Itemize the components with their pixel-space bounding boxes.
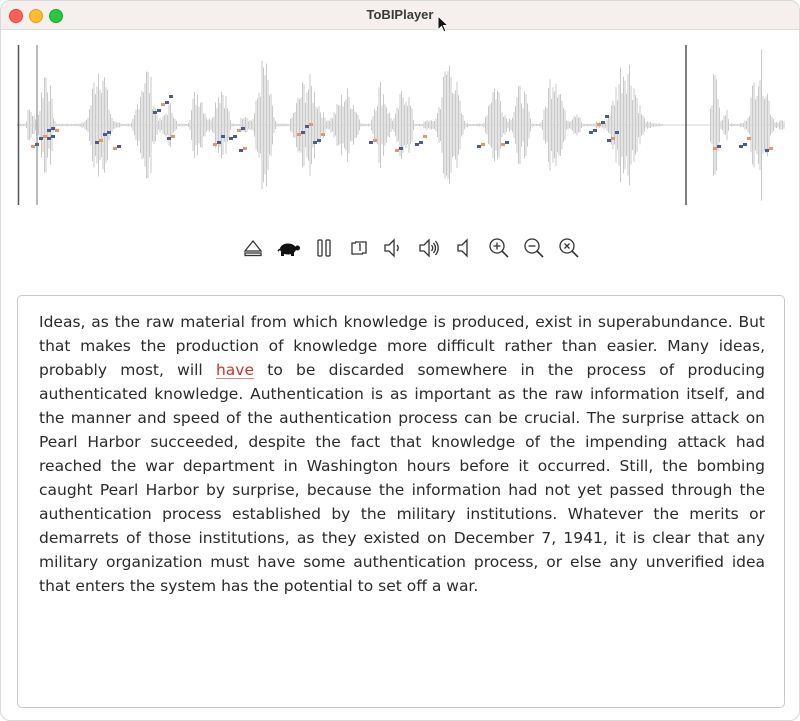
pitch-mark: [309, 123, 313, 126]
pitch-mark: [237, 129, 241, 132]
pitch-mark: [369, 141, 373, 144]
pitch-mark: [243, 147, 247, 150]
pitch-mark: [95, 141, 99, 144]
pitch-mark: [765, 149, 769, 152]
pitch-mark: [161, 103, 165, 106]
pitch-mark: [167, 137, 171, 140]
zoom-out-icon: [524, 238, 544, 258]
pitch-mark: [107, 131, 111, 134]
pitch-mark: [233, 135, 237, 138]
pitch-mark: [477, 145, 481, 148]
pitch-mark: [239, 149, 243, 152]
pitch-mark: [747, 137, 751, 140]
pitch-mark: [373, 139, 377, 142]
pitch-mark: [217, 141, 221, 144]
pitch-mark: [313, 141, 317, 144]
window-title: ToBIPlayer: [366, 7, 434, 22]
pitch-mark: [153, 111, 157, 114]
transcript-text-after: to be discarded somewhere in the process…: [39, 361, 765, 595]
pitch-mark: [395, 149, 399, 152]
eject-icon: [243, 239, 263, 257]
playback-toolbar: [241, 235, 586, 261]
zoom-in-icon: [489, 238, 509, 258]
pitch-mark: [117, 145, 121, 148]
pitch-mark: [317, 139, 321, 142]
transcript-text: Ideas, as the raw material from which kn…: [39, 310, 765, 598]
pitch-mark: [717, 145, 721, 148]
pitch-mark: [501, 143, 505, 146]
zoom-reset-button[interactable]: [557, 235, 581, 261]
pitch-mark: [113, 147, 117, 150]
pitch-mark: [43, 135, 47, 138]
mouse-cursor-icon: [437, 15, 449, 33]
zoom-out-button[interactable]: [522, 235, 546, 261]
pause-button[interactable]: [312, 235, 336, 261]
pitch-mark: [713, 147, 717, 150]
pitch-mark: [399, 147, 403, 150]
zoom-reset-icon: [559, 238, 579, 258]
slow-playback-button[interactable]: [277, 235, 301, 261]
pitch-mark: [51, 127, 55, 130]
pitch-mark: [165, 101, 169, 104]
pitch-mark: [99, 139, 103, 142]
pitch-mark: [481, 143, 485, 146]
current-word-highlight[interactable]: have: [216, 361, 254, 379]
eject-button[interactable]: [241, 235, 265, 261]
pitch-mark: [221, 135, 225, 138]
waveform-view[interactable]: [17, 45, 785, 207]
pitch-mark: [47, 129, 51, 132]
loop-button[interactable]: [347, 235, 371, 261]
pitch-mark: [743, 143, 747, 146]
pitch-mark: [597, 123, 601, 126]
pitch-mark: [55, 129, 59, 132]
pitch-mark: [607, 139, 611, 142]
pitch-mark: [321, 133, 325, 136]
pitch-mark: [415, 143, 419, 146]
pitch-mark: [297, 133, 301, 136]
pitch-mark: [157, 109, 161, 112]
pitch-mark: [229, 137, 233, 140]
pitch-mark: [103, 133, 107, 136]
pitch-mark: [213, 143, 217, 146]
pitch-mark: [51, 135, 55, 138]
volume-up-button[interactable]: [417, 235, 441, 261]
pitch-mark: [601, 121, 605, 124]
pitch-mark: [611, 137, 615, 140]
pitch-mark: [241, 127, 245, 130]
pitch-mark: [593, 129, 597, 132]
pitch-mark: [305, 125, 309, 128]
mute-button[interactable]: [452, 235, 476, 261]
zoom-in-button[interactable]: [487, 235, 511, 261]
app-window: ToBIPlayer Ideas, as the raw material fr…: [0, 0, 800, 721]
transcript-text-area[interactable]: Ideas, as the raw material from which kn…: [17, 295, 785, 708]
pause-icon: [317, 239, 331, 257]
pitch-mark: [769, 147, 773, 150]
pitch-mark: [169, 95, 173, 98]
pitch-mark: [47, 137, 51, 140]
pitch-mark: [419, 141, 423, 144]
pitch-mark: [615, 131, 619, 134]
pitch-mark: [31, 145, 35, 148]
volume-down-button[interactable]: [381, 235, 405, 261]
speaker-high-icon: [419, 238, 439, 258]
pitch-mark: [301, 131, 305, 134]
loop-icon: [351, 241, 367, 255]
speaker-low-icon: [384, 238, 399, 258]
pitch-mark: [589, 131, 593, 134]
pitch-mark: [739, 145, 743, 148]
title-bar: ToBIPlayer: [1, 1, 799, 30]
pitch-mark: [171, 135, 175, 138]
pitch-mark: [605, 115, 609, 118]
turtle-icon: [277, 243, 300, 256]
speaker-mute-icon: [457, 238, 468, 258]
pitch-mark: [423, 135, 427, 138]
pitch-mark: [39, 137, 43, 140]
pitch-mark: [505, 141, 509, 144]
